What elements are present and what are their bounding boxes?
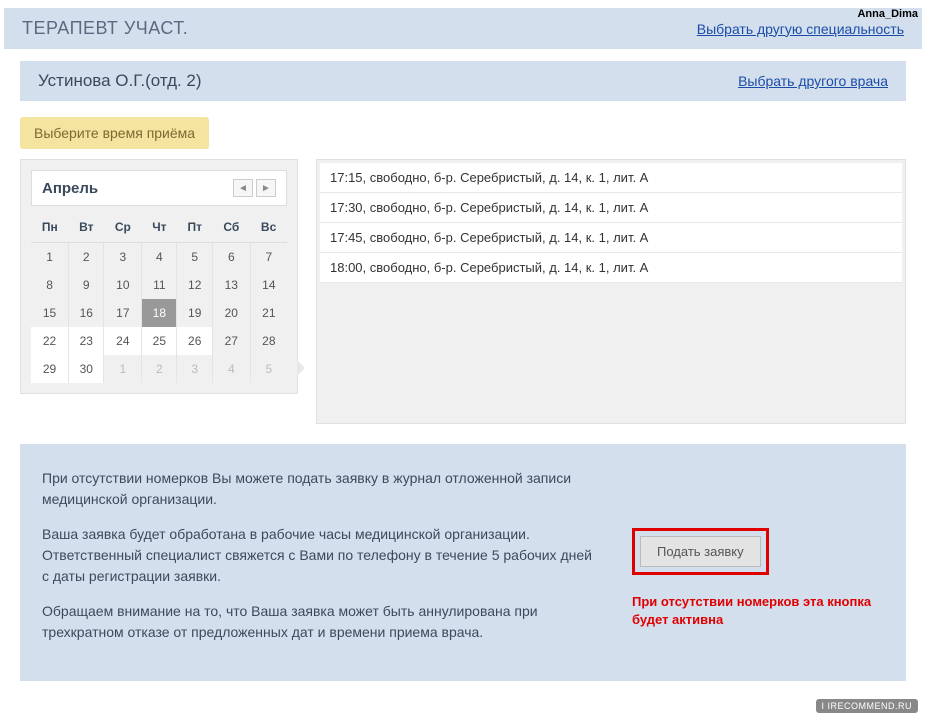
calendar-day[interactable]: 24 (104, 327, 142, 355)
calendar-day[interactable]: 2 (142, 355, 177, 383)
calendar-day[interactable]: 13 (212, 271, 250, 299)
calendar-day[interactable]: 27 (212, 327, 250, 355)
calendar-day[interactable]: 18 (142, 299, 177, 327)
calendar-day[interactable]: 30 (69, 355, 104, 383)
watermark-top: Anna_Dima (857, 8, 918, 20)
change-specialty-link[interactable]: Выбрать другую специальность (697, 21, 904, 37)
calendar-day[interactable]: 10 (104, 271, 142, 299)
calendar-day[interactable]: 1 (31, 243, 69, 272)
calendar-day[interactable]: 6 (212, 243, 250, 272)
calendar-day[interactable]: 4 (142, 243, 177, 272)
calendar-dow: Пт (177, 212, 212, 243)
calendar-panel: Апрель ◄ ► ПнВтСрЧтПтСбВс 12345678910111… (20, 159, 298, 394)
calendar-day[interactable]: 28 (250, 327, 287, 355)
calendar-next-button[interactable]: ► (256, 179, 276, 197)
calendar-day[interactable]: 12 (177, 271, 212, 299)
footer-text: При отсутствии номерков Вы можете подать… (42, 468, 602, 657)
calendar-day[interactable]: 1 (104, 355, 142, 383)
calendar-day[interactable]: 5 (250, 355, 287, 383)
calendar-day[interactable]: 2 (69, 243, 104, 272)
footer-panel: При отсутствии номерков Вы можете подать… (20, 444, 906, 681)
specialty-title: ТЕРАПЕВТ УЧАСТ. (22, 18, 188, 39)
calendar-day[interactable]: 16 (69, 299, 104, 327)
doctor-header: Устинова О.Г.(отд. 2) Выбрать другого вр… (20, 61, 906, 101)
calendar-grid: ПнВтСрЧтПтСбВс 1234567891011121314151617… (31, 212, 287, 383)
calendar-dow: Сб (212, 212, 250, 243)
calendar-day[interactable]: 20 (212, 299, 250, 327)
footer-paragraph: При отсутствии номерков Вы можете подать… (42, 468, 602, 510)
calendar-dow: Вт (69, 212, 104, 243)
time-slot[interactable]: 17:30, свободно, б-р. Серебристый, д. 14… (320, 193, 902, 223)
calendar-day[interactable]: 4 (212, 355, 250, 383)
calendar-day[interactable]: 29 (31, 355, 69, 383)
calendar-dow: Ср (104, 212, 142, 243)
calendar-day[interactable]: 14 (250, 271, 287, 299)
change-doctor-link[interactable]: Выбрать другого врача (738, 73, 888, 89)
calendar-day[interactable]: 3 (104, 243, 142, 272)
calendar-day[interactable]: 3 (177, 355, 212, 383)
calendar-day[interactable]: 8 (31, 271, 69, 299)
calendar-header: Апрель ◄ ► (31, 170, 287, 206)
time-slot[interactable]: 17:45, свободно, б-р. Серебристый, д. 14… (320, 223, 902, 253)
footer-note: При отсутствии номерков эта кнопка будет… (632, 593, 872, 629)
calendar-day[interactable]: 22 (31, 327, 69, 355)
calendar-day[interactable]: 26 (177, 327, 212, 355)
time-slot[interactable]: 18:00, свободно, б-р. Серебристый, д. 14… (320, 253, 902, 283)
time-slots-panel: 17:15, свободно, б-р. Серебристый, д. 14… (316, 159, 906, 424)
calendar-day[interactable]: 5 (177, 243, 212, 272)
doctor-name: Устинова О.Г.(отд. 2) (38, 71, 202, 91)
calendar-month: Апрель (42, 180, 98, 197)
footer-paragraph: Обращаем внимание на то, что Ваша заявка… (42, 601, 602, 643)
calendar-day[interactable]: 17 (104, 299, 142, 327)
calendar-day[interactable]: 15 (31, 299, 69, 327)
time-slot[interactable]: 17:15, свободно, б-р. Серебристый, д. 14… (320, 163, 902, 193)
calendar-day[interactable]: 21 (250, 299, 287, 327)
calendar-day[interactable]: 9 (69, 271, 104, 299)
calendar-dow: Вс (250, 212, 287, 243)
calendar-day[interactable]: 19 (177, 299, 212, 327)
select-time-prompt: Выберите время приёма (20, 117, 209, 149)
submit-highlight-box: Подать заявку (632, 528, 769, 575)
footer-paragraph: Ваша заявка будет обработана в рабочие ч… (42, 524, 602, 587)
calendar-dow: Пн (31, 212, 69, 243)
calendar-day[interactable]: 11 (142, 271, 177, 299)
calendar-prev-button[interactable]: ◄ (233, 179, 253, 197)
specialty-header: ТЕРАПЕВТ УЧАСТ. Выбрать другую специальн… (4, 8, 922, 49)
calendar-day[interactable]: 7 (250, 243, 287, 272)
calendar-day[interactable]: 23 (69, 327, 104, 355)
submit-request-button[interactable]: Подать заявку (640, 536, 761, 567)
calendar-day[interactable]: 25 (142, 327, 177, 355)
calendar-dow: Чт (142, 212, 177, 243)
